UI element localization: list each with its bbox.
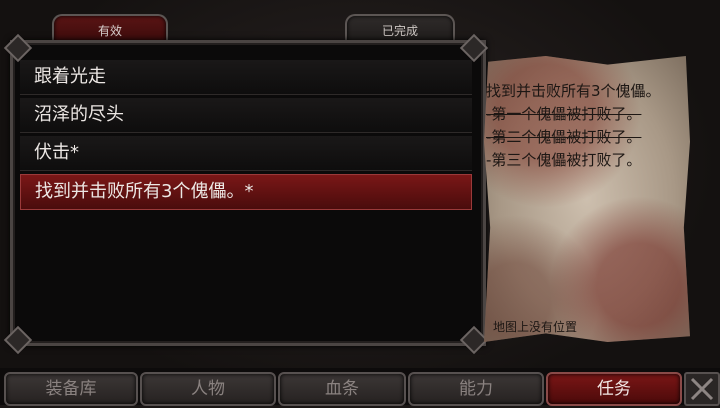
game-screen: 有效 已完成 跟着光走 沼泽的尽头 伏击* 找到并击败所有3个傀儡。* 找到并击… [0, 0, 720, 406]
nav-character-button[interactable]: 人物 [140, 372, 276, 406]
quest-list: 跟着光走 沼泽的尽头 伏击* 找到并击败所有3个傀儡。* [20, 60, 472, 213]
objective-line: -第一个傀儡被打败了。 [486, 105, 642, 123]
quest-item[interactable]: 跟着光走 [20, 60, 472, 95]
quest-item[interactable]: 伏击* [20, 136, 472, 171]
quest-item[interactable]: 沼泽的尽头 [20, 98, 472, 133]
close-icon [690, 377, 714, 401]
nav-quests-button[interactable]: 任务 [546, 372, 682, 406]
nav-health-button[interactable]: 血条 [278, 372, 406, 406]
quest-detail-title: 找到并击败所有3个傀儡。 [486, 82, 661, 100]
nav-inventory-button[interactable]: 装备库 [4, 372, 138, 406]
nav-abilities-button[interactable]: 能力 [408, 372, 544, 406]
map-note: 地图上没有位置 [493, 320, 578, 334]
objective-line: -第三个傀儡被打败了。 [486, 151, 642, 169]
objective-line: -第二个傀儡被打败了。 [486, 128, 642, 146]
quest-detail-text: 找到并击败所有3个傀儡。 -第一个傀儡被打败了。 -第二个傀儡被打败了。 -第三… [486, 82, 682, 174]
close-button[interactable] [684, 372, 720, 406]
quest-item-selected[interactable]: 找到并击败所有3个傀儡。* [20, 174, 472, 210]
